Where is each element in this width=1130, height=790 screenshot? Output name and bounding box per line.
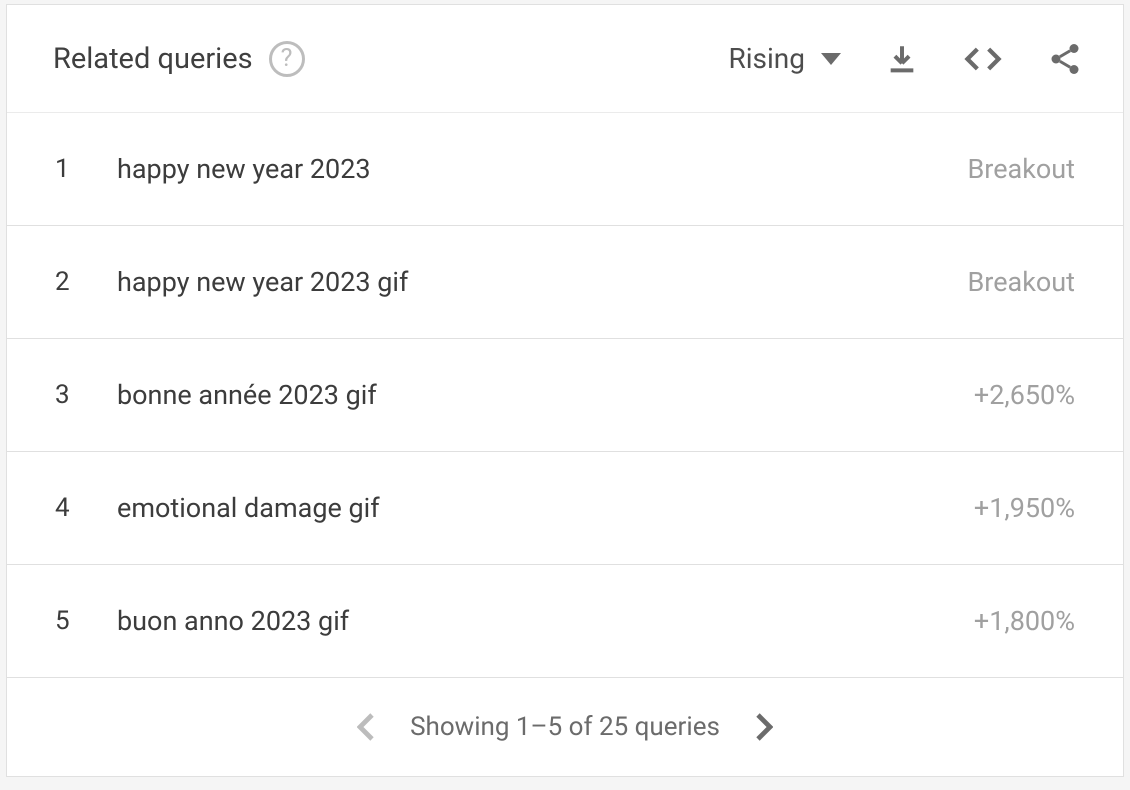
prev-page-button[interactable]: [342, 703, 390, 751]
pagination-text: Showing 1–5 of 25 queries: [410, 712, 720, 742]
sort-dropdown[interactable]: Rising: [728, 42, 841, 75]
query-label: bonne année 2023 gif: [117, 379, 974, 411]
header-toolbar: Rising: [728, 41, 1083, 77]
card-title: Related queries: [53, 42, 253, 76]
caret-down-icon: [821, 53, 841, 65]
query-label: buon anno 2023 gif: [117, 605, 974, 637]
next-page-button[interactable]: [740, 703, 788, 751]
embed-icon[interactable]: [963, 42, 1003, 76]
sort-label: Rising: [728, 42, 805, 75]
query-value: +1,800%: [974, 605, 1075, 637]
query-value: Breakout: [967, 266, 1075, 298]
query-rank: 1: [55, 154, 117, 184]
card-header: Related queries ? Rising: [7, 5, 1123, 113]
download-icon[interactable]: [885, 42, 919, 76]
query-value: +2,650%: [974, 379, 1075, 411]
query-list: 1 happy new year 2023 Breakout 2 happy n…: [7, 113, 1123, 678]
query-value: +1,950%: [974, 492, 1075, 524]
help-icon[interactable]: ?: [269, 41, 305, 77]
query-value: Breakout: [967, 153, 1075, 185]
query-rank: 5: [55, 606, 117, 636]
query-row[interactable]: 5 buon anno 2023 gif +1,800%: [7, 565, 1123, 678]
related-queries-card: Related queries ? Rising: [6, 4, 1124, 777]
query-row[interactable]: 4 emotional damage gif +1,950%: [7, 452, 1123, 565]
query-label: emotional damage gif: [117, 492, 974, 524]
query-row[interactable]: 2 happy new year 2023 gif Breakout: [7, 226, 1123, 339]
card-footer: Showing 1–5 of 25 queries: [7, 678, 1123, 776]
query-rank: 3: [55, 380, 117, 410]
query-label: happy new year 2023 gif: [117, 266, 967, 298]
share-icon[interactable]: [1047, 41, 1083, 77]
query-row[interactable]: 1 happy new year 2023 Breakout: [7, 113, 1123, 226]
query-row[interactable]: 3 bonne année 2023 gif +2,650%: [7, 339, 1123, 452]
query-label: happy new year 2023: [117, 153, 967, 185]
query-rank: 4: [55, 493, 117, 523]
header-left: Related queries ?: [53, 41, 305, 77]
query-rank: 2: [55, 267, 117, 297]
